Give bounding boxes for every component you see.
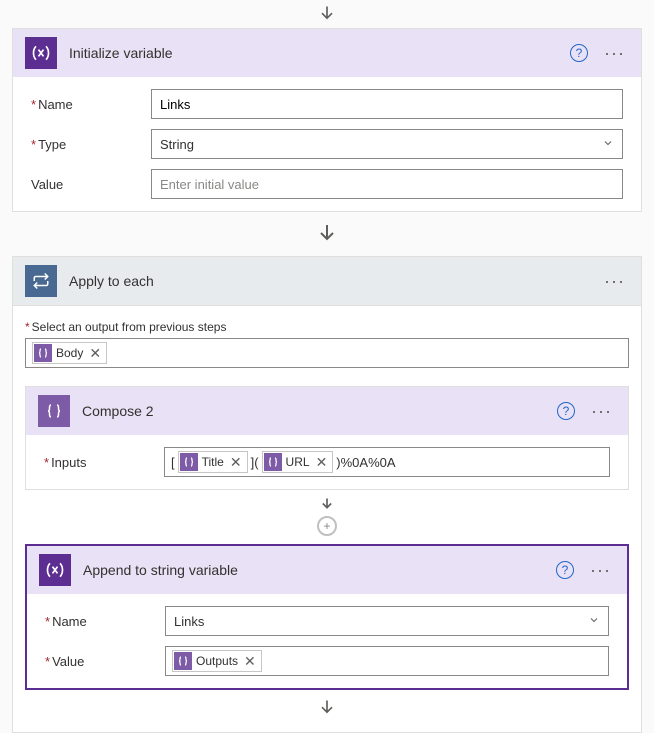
value-label: Value bbox=[31, 177, 151, 192]
outputs-token[interactable]: Outputs ✕ bbox=[172, 650, 262, 672]
dynamic-content-icon bbox=[264, 453, 282, 471]
initialize-variable-header[interactable]: Initialize variable ? ··· bbox=[13, 29, 641, 77]
name-label: Name bbox=[31, 97, 151, 112]
inputs-input[interactable]: [ Title ✕ ]( bbox=[164, 447, 610, 477]
token-label: Body bbox=[56, 346, 83, 360]
type-value: String bbox=[160, 137, 194, 152]
loop-icon bbox=[25, 265, 57, 297]
select-output-input[interactable]: Body ✕ bbox=[25, 338, 629, 368]
name-value: Links bbox=[174, 614, 204, 629]
more-menu-icon[interactable]: ··· bbox=[600, 43, 629, 64]
append-string-header[interactable]: Append to string variable ? ··· bbox=[27, 546, 627, 594]
value-label: Value bbox=[45, 654, 165, 669]
flow-arrow bbox=[0, 212, 654, 256]
inputs-label: Inputs bbox=[44, 455, 164, 470]
add-step-button[interactable]: + bbox=[317, 516, 337, 536]
select-output-label: Select an output from previous steps bbox=[25, 320, 629, 334]
dynamic-content-icon bbox=[34, 344, 52, 362]
token-label: Outputs bbox=[196, 654, 238, 668]
url-token[interactable]: URL ✕ bbox=[262, 451, 334, 473]
help-icon[interactable]: ? bbox=[557, 402, 575, 420]
name-select[interactable]: Links bbox=[165, 606, 609, 636]
chevron-down-icon bbox=[602, 137, 614, 152]
variable-icon bbox=[25, 37, 57, 69]
variable-icon bbox=[39, 554, 71, 586]
initialize-variable-card: Initialize variable ? ··· Name Type Stri… bbox=[12, 28, 642, 212]
card-title: Compose 2 bbox=[82, 403, 545, 419]
token-label: URL bbox=[286, 455, 310, 469]
dynamic-content-icon bbox=[174, 652, 192, 670]
name-input[interactable] bbox=[151, 89, 623, 119]
literal-text: [ bbox=[171, 455, 175, 470]
card-title: Apply to each bbox=[69, 273, 588, 289]
remove-token-icon[interactable]: ✕ bbox=[242, 653, 258, 670]
token-label: Title bbox=[202, 455, 224, 469]
remove-token-icon[interactable]: ✕ bbox=[87, 345, 103, 362]
compose-2-header[interactable]: Compose 2 ? ··· bbox=[26, 387, 628, 435]
apply-to-each-card: Apply to each ··· bbox=[12, 256, 642, 306]
dynamic-content-icon bbox=[180, 453, 198, 471]
name-label: Name bbox=[45, 614, 165, 629]
apply-to-each-header[interactable]: Apply to each ··· bbox=[13, 257, 641, 305]
remove-token-icon[interactable]: ✕ bbox=[228, 454, 244, 471]
compose-icon bbox=[38, 395, 70, 427]
literal-text: ]( bbox=[251, 455, 259, 470]
more-menu-icon[interactable]: ··· bbox=[600, 271, 629, 292]
more-menu-icon[interactable]: ··· bbox=[586, 560, 615, 581]
more-menu-icon[interactable]: ··· bbox=[587, 401, 616, 422]
card-title: Append to string variable bbox=[83, 562, 544, 578]
flow-arrow bbox=[25, 690, 629, 718]
chevron-down-icon bbox=[588, 614, 600, 629]
value-input[interactable] bbox=[151, 169, 623, 199]
value-input[interactable]: Outputs ✕ bbox=[165, 646, 609, 676]
title-token[interactable]: Title ✕ bbox=[178, 451, 248, 473]
help-icon[interactable]: ? bbox=[556, 561, 574, 579]
compose-2-card: Compose 2 ? ··· Inputs [ Title bbox=[25, 386, 629, 490]
remove-token-icon[interactable]: ✕ bbox=[314, 454, 330, 471]
flow-arrow bbox=[0, 0, 654, 28]
card-title: Initialize variable bbox=[69, 45, 558, 61]
body-token[interactable]: Body ✕ bbox=[32, 342, 107, 364]
apply-to-each-body: Select an output from previous steps Bod… bbox=[12, 306, 642, 733]
literal-text: )%0A%0A bbox=[336, 455, 395, 470]
flow-arrow bbox=[25, 490, 629, 516]
append-string-variable-card: Append to string variable ? ··· Name Lin… bbox=[25, 544, 629, 690]
help-icon[interactable]: ? bbox=[570, 44, 588, 62]
type-label: Type bbox=[31, 137, 151, 152]
type-select[interactable]: String bbox=[151, 129, 623, 159]
